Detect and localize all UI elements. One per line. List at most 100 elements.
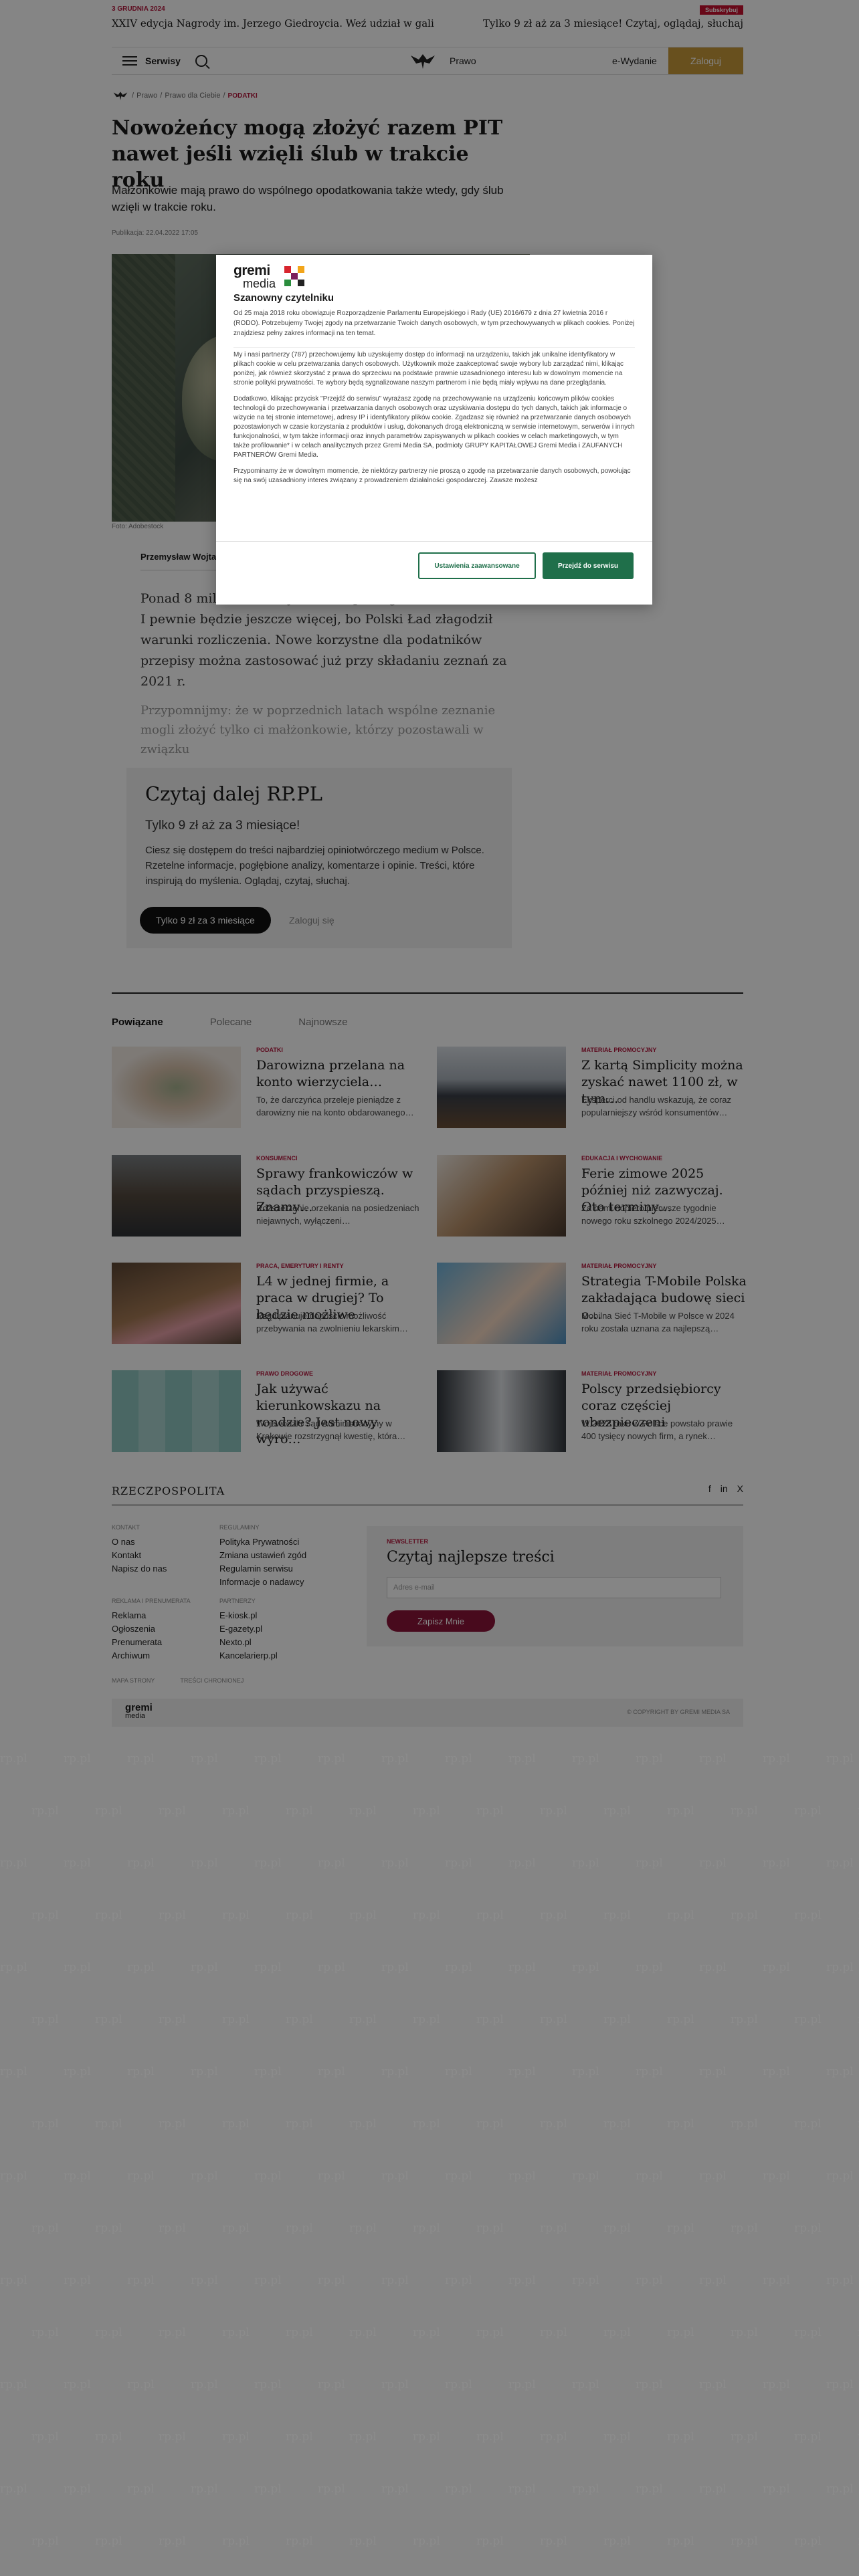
watermark-mark: rp.pl [794, 2013, 822, 2026]
watermark-mark: rp.pl [381, 2274, 409, 2287]
consent-heading: Szanowny czytelniku [233, 292, 335, 304]
watermark-mark: rp.pl [222, 1909, 250, 1922]
watermark-mark: rp.pl [381, 1752, 409, 1765]
watermark-mark: rp.pl [572, 2169, 599, 2183]
watermark-mark: rp.pl [127, 2378, 155, 2391]
watermark-mark: rp.pl [159, 1909, 186, 1922]
watermark-mark: rp.pl [476, 2326, 504, 2339]
watermark-mark: rp.pl [540, 2222, 567, 2235]
watermark-mark: rp.pl [667, 2013, 694, 2026]
watermark-mark: rp.pl [413, 2222, 440, 2235]
watermark-mark: rp.pl [0, 2482, 27, 2496]
watermark-mark: rp.pl [95, 2222, 122, 2235]
watermark-mark: rp.pl [0, 1961, 27, 1974]
watermark-mark: rp.pl [794, 1804, 822, 1818]
watermark-mark: rp.pl [0, 2274, 27, 2287]
advanced-settings-button[interactable]: Ustawienia zaawansowane [418, 552, 536, 579]
watermark-mark: rp.pl [763, 2169, 790, 2183]
watermark-mark: rp.pl [731, 1909, 758, 1922]
watermark-mark: rp.pl [794, 2117, 822, 2131]
watermark-mark: rp.pl [31, 1804, 59, 1818]
watermark-mark: rp.pl [508, 1961, 536, 1974]
watermark-mark: rp.pl [667, 2535, 694, 2548]
watermark-mark: rp.pl [508, 2482, 536, 2496]
watermark-mark: rp.pl [159, 2430, 186, 2444]
watermark-mark: rp.pl [254, 2482, 282, 2496]
watermark-mark: rp.pl [254, 1752, 282, 1765]
watermark-mark: rp.pl [349, 2222, 377, 2235]
watermark-mark: rp.pl [159, 2222, 186, 2235]
watermark-mark: rp.pl [95, 1909, 122, 1922]
watermark-mark: rp.pl [476, 2013, 504, 2026]
watermark-mark: rp.pl [191, 2274, 218, 2287]
watermark-mark: rp.pl [731, 2535, 758, 2548]
watermark-mark: rp.pl [794, 1909, 822, 1922]
watermark-mark: rp.pl [0, 2169, 27, 2183]
watermark-mark: rp.pl [286, 2222, 313, 2235]
watermark-mark: rp.pl [95, 2430, 122, 2444]
watermark-mark: rp.pl [286, 2013, 313, 2026]
watermark-mark: rp.pl [318, 2274, 345, 2287]
watermark-mark: rp.pl [667, 2117, 694, 2131]
watermark-mark: rp.pl [731, 2013, 758, 2026]
watermark-mark: rp.pl [445, 2065, 472, 2078]
watermark-mark: rp.pl [603, 2222, 631, 2235]
watermark-mark: rp.pl [286, 2535, 313, 2548]
accept-go-to-site-button[interactable]: Przejdź do serwisu [543, 552, 634, 579]
watermark-mark: rp.pl [95, 2117, 122, 2131]
watermark-mark: rp.pl [191, 2378, 218, 2391]
watermark-mark: rp.pl [349, 1804, 377, 1818]
watermark-mark: rp.pl [381, 2378, 409, 2391]
watermark-mark: rp.pl [731, 2117, 758, 2131]
watermark-mark: rp.pl [127, 1961, 155, 1974]
watermark-mark: rp.pl [572, 2274, 599, 2287]
watermark-mark: rp.pl [540, 2535, 567, 2548]
watermark-mark: rp.pl [349, 2013, 377, 2026]
watermark-mark: rp.pl [603, 1909, 631, 1922]
watermark-mark: rp.pl [540, 1909, 567, 1922]
watermark-mark: rp.pl [636, 1856, 663, 1870]
watermark-mark: rp.pl [445, 2274, 472, 2287]
background-watermark: rp.pl rp.pl rp.pl rp.pl rp.pl rp.pl rp.pl rp.pl… [0, 1739, 859, 2576]
watermark-mark: rp.pl [413, 2013, 440, 2026]
watermark-mark: rp.pl [636, 1961, 663, 1974]
watermark-mark: rp.pl [286, 2326, 313, 2339]
watermark-mark: rp.pl [445, 2169, 472, 2183]
watermark-mark: rp.pl [603, 2430, 631, 2444]
scroll-fade [233, 520, 635, 536]
watermark-mark: rp.pl [826, 2378, 854, 2391]
watermark-mark: rp.pl [64, 2378, 91, 2391]
watermark-mark: rp.pl [159, 2117, 186, 2131]
logo-squares-icon [284, 266, 304, 286]
watermark-mark: rp.pl [0, 2378, 27, 2391]
watermark-mark: rp.pl [794, 2326, 822, 2339]
watermark-mark: rp.pl [508, 1856, 536, 1870]
consent-scroll-area[interactable]: My i nasi partnerzy (787) przechowujemy … [233, 347, 635, 534]
watermark-mark: rp.pl [31, 2430, 59, 2444]
watermark-mark: rp.pl [64, 1961, 91, 1974]
watermark-mark: rp.pl [476, 2535, 504, 2548]
watermark-mark: rp.pl [826, 2482, 854, 2496]
watermark-mark: rp.pl [699, 2169, 727, 2183]
watermark-mark: rp.pl [349, 2117, 377, 2131]
watermark-mark: rp.pl [191, 1752, 218, 1765]
watermark-mark: rp.pl [572, 1961, 599, 1974]
watermark-mark: rp.pl [476, 2222, 504, 2235]
consent-paragraph: Dodatkowo, klikając przycisk "Przejdź do… [233, 395, 635, 459]
watermark-mark: rp.pl [667, 1804, 694, 1818]
watermark-mark: rp.pl [254, 2169, 282, 2183]
watermark-mark: rp.pl [763, 2378, 790, 2391]
watermark-mark: rp.pl [636, 2169, 663, 2183]
watermark-mark: rp.pl [667, 2222, 694, 2235]
watermark-mark: rp.pl [222, 1804, 250, 1818]
watermark-mark: rp.pl [413, 1804, 440, 1818]
consent-intro: Od 25 maja 2018 roku obowiązuje Rozporzą… [233, 310, 635, 337]
watermark-mark: rp.pl [508, 2274, 536, 2287]
watermark-mark: rp.pl [572, 2482, 599, 2496]
watermark-mark: rp.pl [731, 1804, 758, 1818]
watermark-mark: rp.pl [763, 2065, 790, 2078]
watermark-mark: rp.pl [349, 2535, 377, 2548]
watermark-mark: rp.pl [826, 2065, 854, 2078]
watermark-mark: rp.pl [636, 2378, 663, 2391]
watermark-mark: rp.pl [603, 2117, 631, 2131]
